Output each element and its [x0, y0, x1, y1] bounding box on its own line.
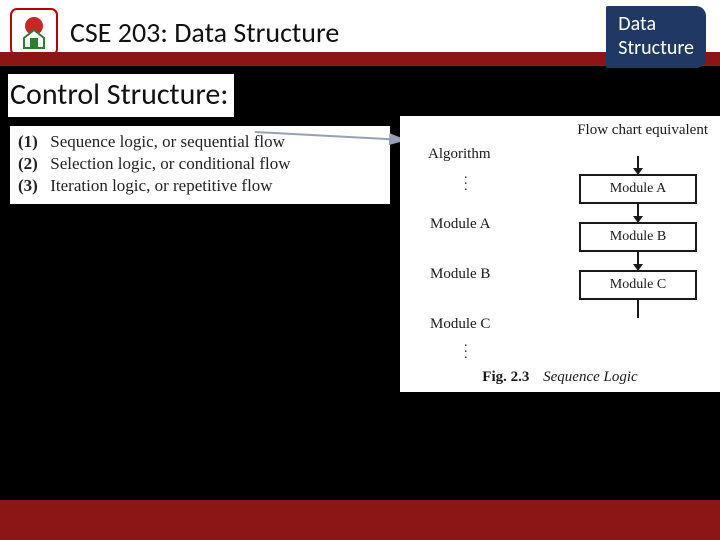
list-number: (3) — [18, 176, 46, 196]
figure-number: Fig. 2.3 — [482, 369, 529, 385]
vertical-ellipsis-icon: ... — [464, 340, 468, 358]
list-number: (2) — [18, 154, 46, 174]
flowchart-header: Flow chart equivalent — [577, 122, 708, 139]
vertical-ellipsis-icon: ... — [464, 172, 468, 190]
arrow-tail-icon — [637, 300, 639, 318]
figure-caption: Fig. 2.3 Sequence Logic — [400, 369, 720, 386]
flowchart-column: Module A Module B Module C — [578, 156, 698, 318]
algorithm-step: Module B — [430, 266, 490, 283]
slide: CSE 203: Data Structure Data Structure C… — [0, 0, 720, 540]
flowchart-box: Module A — [579, 174, 697, 204]
list-text: Sequence logic, or sequential flow — [50, 132, 285, 151]
arrow-down-icon — [637, 252, 639, 270]
algorithm-step: Module C — [430, 316, 490, 333]
subject-badge: Data Structure — [606, 6, 706, 68]
bottom-accent-bar — [0, 500, 720, 540]
course-title: CSE 203: Data Structure — [70, 15, 339, 50]
section-title: Control Structure: — [8, 74, 234, 117]
figure-title: Sequence Logic — [543, 369, 638, 385]
flowchart-box: Module C — [579, 270, 697, 300]
flowchart-box: Module B — [579, 222, 697, 252]
university-logo-icon — [10, 8, 58, 56]
arrow-down-icon — [637, 156, 639, 174]
algorithm-step: Module A — [430, 216, 490, 233]
list-item: (2) Selection logic, or conditional flow — [18, 154, 382, 174]
sequence-logic-figure: Flow chart equivalent Algorithm ... Modu… — [400, 116, 720, 392]
pointer-arrow-icon — [255, 128, 415, 151]
list-text: Iteration logic, or repetitive flow — [50, 176, 272, 195]
arrow-down-icon — [637, 204, 639, 222]
algorithm-header: Algorithm — [428, 146, 491, 163]
list-item: (3) Iteration logic, or repetitive flow — [18, 176, 382, 196]
list-text: Selection logic, or conditional flow — [50, 154, 290, 173]
list-number: (1) — [18, 132, 46, 152]
